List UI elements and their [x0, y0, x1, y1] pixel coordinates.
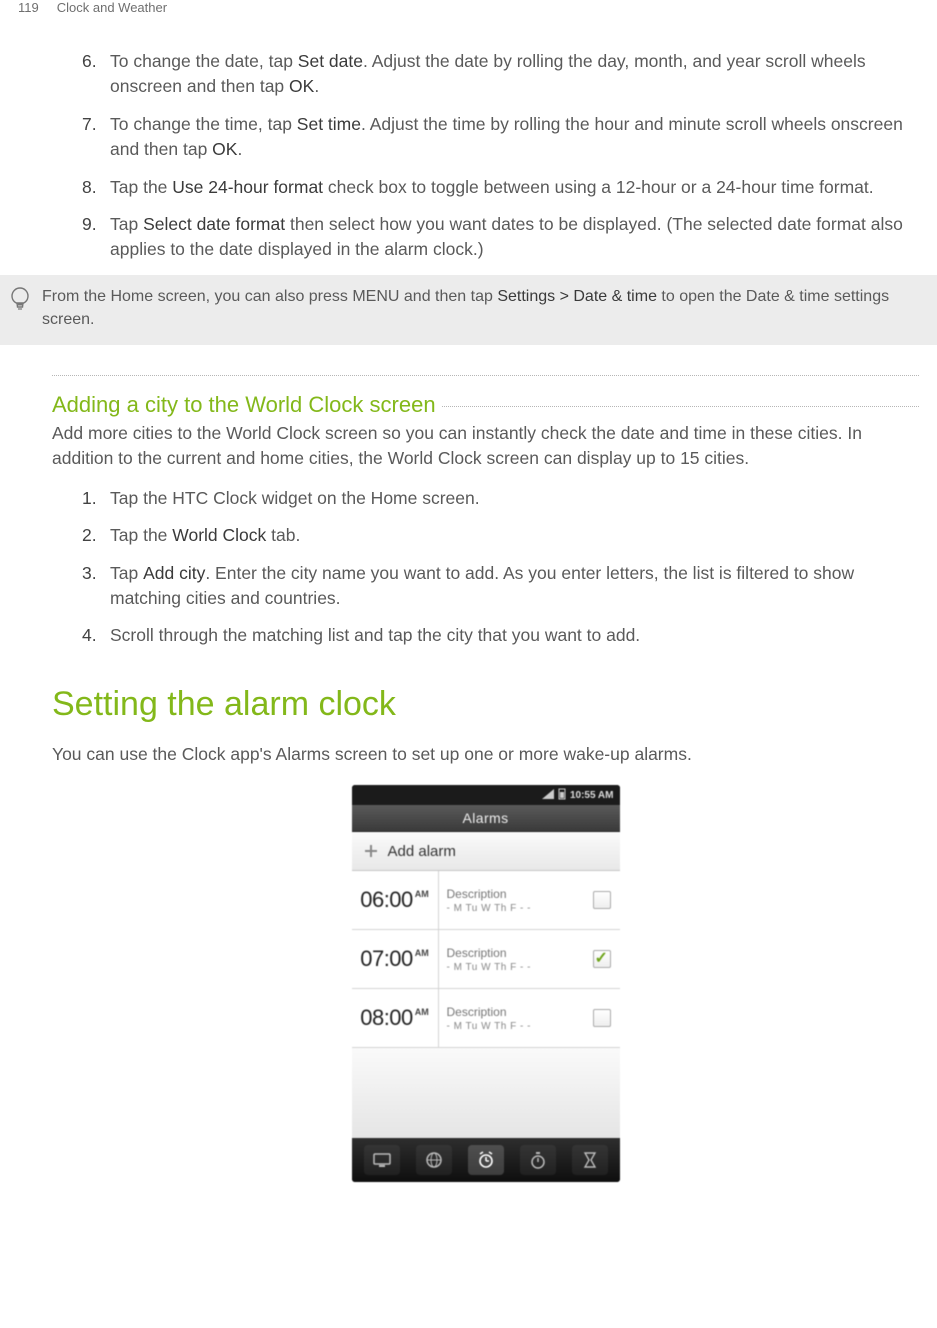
text: .	[314, 76, 319, 96]
list-item: 8. Tap the Use 24-hour format check box …	[110, 175, 919, 200]
ui-term: Settings > Date & time	[497, 288, 657, 305]
alarm-details: Description - M Tu W Th F - -	[439, 930, 584, 988]
empty-area	[352, 1048, 620, 1138]
item-number: 8.	[82, 175, 106, 200]
alarm-time: 08:00AM	[352, 989, 439, 1047]
tab-timer-icon[interactable]	[572, 1145, 608, 1175]
tab-stopwatch-icon[interactable]	[520, 1145, 556, 1175]
page-number: 119	[18, 0, 39, 15]
ui-term: Add city	[143, 563, 205, 583]
screen-title-bar: Alarms	[352, 805, 620, 832]
alarm-ampm: AM	[415, 1007, 429, 1017]
alarm-details: Description - M Tu W Th F - -	[439, 871, 584, 929]
alarm-days: - M Tu W Th F - -	[447, 962, 576, 973]
tip-text: From the Home screen, you can also press…	[42, 285, 919, 331]
ui-term: Use 24-hour format	[172, 177, 323, 197]
text: Tap	[110, 214, 143, 234]
ui-term: OK	[289, 76, 314, 96]
text: Scroll through the matching list and tap…	[110, 625, 640, 645]
section-paragraph: Add more cities to the World Clock scree…	[52, 421, 919, 472]
text: To change the time, tap	[110, 114, 297, 134]
item-number: 9.	[82, 212, 106, 237]
add-alarm-row[interactable]: Add alarm	[352, 832, 620, 871]
checkbox-icon	[593, 891, 611, 909]
alarm-time-value: 08:00	[360, 1005, 413, 1031]
text: Tap the HTC Clock widget on the Home scr…	[110, 488, 480, 508]
signal-icon	[542, 789, 554, 802]
page-header: 119 Clock and Weather	[0, 0, 937, 21]
tip-callout: From the Home screen, you can also press…	[0, 275, 937, 345]
list-item: 2. Tap the World Clock tab.	[110, 523, 919, 548]
ui-term: Set date	[298, 51, 363, 71]
screen-title: Alarms	[463, 810, 509, 826]
alarm-toggle[interactable]	[584, 930, 620, 988]
item-number: 1.	[82, 486, 106, 511]
alarm-toggle[interactable]	[584, 871, 620, 929]
text: tab.	[266, 525, 300, 545]
alarm-time-value: 06:00	[360, 887, 413, 913]
ui-term: Set time	[297, 114, 361, 134]
list-item: 3. Tap Add city. Enter the city name you…	[110, 561, 919, 612]
ui-term: World Clock	[172, 525, 266, 545]
alarm-screenshot: 10:55 AM Alarms Add alarm 06:00AM	[352, 785, 620, 1182]
alarm-days: - M Tu W Th F - -	[447, 903, 576, 914]
checkbox-checked-icon	[593, 950, 611, 968]
list-item: 9. Tap Select date format then select ho…	[110, 212, 919, 263]
section-heading: Adding a city to the World Clock screen	[52, 392, 442, 418]
text: Tap the	[110, 525, 172, 545]
tab-alarms-icon[interactable]	[468, 1145, 504, 1175]
text: check box to toggle between using a 12-h…	[323, 177, 874, 197]
item-number: 6.	[82, 49, 106, 74]
divider	[52, 375, 919, 376]
text: To change the date, tap	[110, 51, 298, 71]
alarm-ampm: AM	[415, 889, 429, 899]
list-item: 7. To change the time, tap Set time. Adj…	[110, 112, 919, 163]
add-alarm-label: Add alarm	[388, 843, 456, 860]
chapter-title: Clock and Weather	[57, 0, 167, 15]
list-item: 6. To change the date, tap Set date. Adj…	[110, 49, 919, 100]
item-number: 4.	[82, 623, 106, 648]
alarm-days: - M Tu W Th F - -	[447, 1021, 576, 1032]
item-number: 3.	[82, 561, 106, 586]
numbered-list-world-clock: 1. Tap the HTC Clock widget on the Home …	[52, 486, 919, 649]
list-item: 4. Scroll through the matching list and …	[110, 623, 919, 648]
alarm-row[interactable]: 06:00AM Description - M Tu W Th F - -	[352, 871, 620, 930]
alarm-ampm: AM	[415, 948, 429, 958]
item-number: 7.	[82, 112, 106, 137]
numbered-list-date-time: 6. To change the date, tap Set date. Adj…	[0, 49, 937, 263]
text: . Enter the city name you want to add. A…	[110, 563, 854, 608]
alarm-row[interactable]: 08:00AM Description - M Tu W Th F - -	[352, 989, 620, 1048]
main-paragraph: You can use the Clock app's Alarms scree…	[52, 742, 919, 767]
alarm-details: Description - M Tu W Th F - -	[439, 989, 584, 1047]
plus-icon	[362, 842, 380, 860]
alarm-toggle[interactable]	[584, 989, 620, 1047]
bottom-tab-bar	[352, 1138, 620, 1182]
ui-term: Select date format	[143, 214, 285, 234]
android-status-bar: 10:55 AM	[352, 785, 620, 805]
tab-desk-clock-icon[interactable]	[364, 1145, 400, 1175]
tab-world-clock-icon[interactable]	[416, 1145, 452, 1175]
status-time: 10:55 AM	[570, 790, 614, 801]
text: Tap the	[110, 177, 172, 197]
alarm-row[interactable]: 07:00AM Description - M Tu W Th F - -	[352, 930, 620, 989]
alarm-description: Description	[447, 887, 576, 901]
item-number: 2.	[82, 523, 106, 548]
alarm-time-value: 07:00	[360, 946, 413, 972]
main-heading: Setting the alarm clock	[52, 685, 919, 724]
checkbox-icon	[593, 1009, 611, 1027]
text: From the Home screen, you can also press…	[42, 288, 497, 305]
text: Tap	[110, 563, 143, 583]
alarm-time: 07:00AM	[352, 930, 439, 988]
lightbulb-icon	[8, 285, 32, 320]
alarm-description: Description	[447, 1005, 576, 1019]
alarm-description: Description	[447, 946, 576, 960]
text: .	[237, 139, 242, 159]
alarm-time: 06:00AM	[352, 871, 439, 929]
ui-term: OK	[212, 139, 237, 159]
list-item: 1. Tap the HTC Clock widget on the Home …	[110, 486, 919, 511]
battery-icon	[558, 788, 566, 803]
